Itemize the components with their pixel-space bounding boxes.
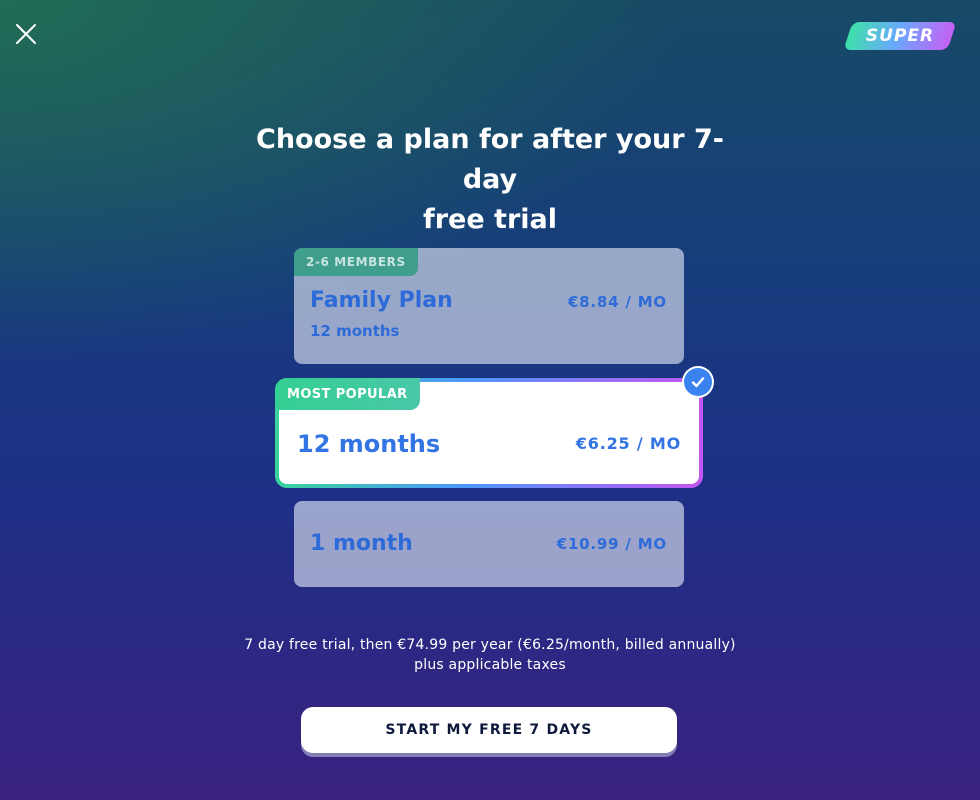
disclaimer-line-1: 7 day free trial, then €74.99 per year (… (244, 637, 736, 653)
plan-name-monthly: 1 month (310, 531, 413, 556)
members-badge: 2-6 MEMBERS (294, 248, 418, 276)
logo-text: SUPER (865, 26, 935, 46)
page-title-line-2: free trial (422, 204, 558, 235)
plan-name-family: Family Plan (310, 288, 453, 313)
plan-card-family[interactable]: 2-6 MEMBERS Family Plan 12 months €8.84 … (294, 248, 684, 364)
close-button[interactable] (12, 20, 40, 48)
super-logo: SUPER (843, 22, 957, 50)
plan-card-monthly[interactable]: 1 month €10.99 / MO (294, 501, 684, 587)
plan-name-yearly: 12 months (297, 430, 441, 458)
start-free-trial-button[interactable]: START MY FREE 7 DAYS (301, 707, 677, 753)
plan-price-family: €8.84 / MO (567, 293, 667, 311)
check-circle (684, 368, 712, 396)
plan-card-yearly-inner: MOST POPULAR 12 months €6.25 / MO (275, 378, 699, 484)
plan-price-monthly: €10.99 / MO (556, 535, 667, 553)
selected-check-icon (682, 366, 714, 398)
disclaimer-line-2: plus applicable taxes (414, 657, 566, 673)
plan-card-yearly[interactable]: MOST POPULAR 12 months €6.25 / MO (275, 378, 703, 488)
page-title-line-1: Choose a plan for after your 7-day (256, 124, 724, 195)
page-title: Choose a plan for after your 7-day free … (240, 120, 740, 240)
pricing-disclaimer: 7 day free trial, then €74.99 per year (… (190, 635, 790, 675)
most-popular-badge: MOST POPULAR (275, 378, 420, 410)
plan-price-yearly: €6.25 / MO (575, 434, 681, 453)
plan-duration-family: 12 months (310, 322, 400, 340)
close-icon (12, 20, 40, 48)
